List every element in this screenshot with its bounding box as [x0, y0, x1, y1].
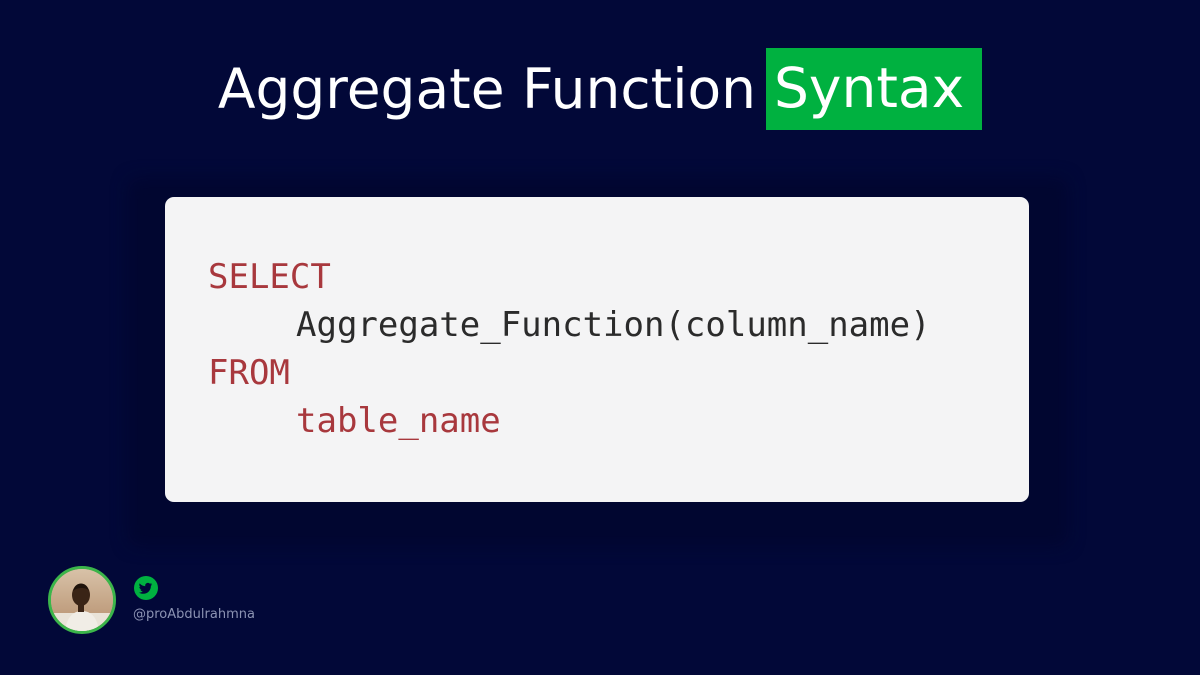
code-line-select: SELECT	[208, 257, 331, 297]
code-block: SELECT Aggregate_Function(column_name) F…	[165, 197, 1029, 502]
twitter-bird-icon	[139, 582, 153, 594]
code-line-table: table_name	[296, 401, 501, 441]
author-handle[interactable]: @proAbdulrahmna	[133, 606, 255, 624]
code-line-from: FROM	[208, 353, 290, 393]
avatar	[48, 566, 116, 634]
code-line-function: Aggregate_Function(column_name)	[296, 305, 931, 345]
avatar-portrait-icon	[51, 569, 113, 631]
title-text: Aggregate Function	[217, 57, 756, 121]
page-title: Aggregate Function Syntax	[0, 48, 1200, 130]
title-highlight: Syntax	[766, 48, 983, 130]
twitter-icon[interactable]	[134, 576, 158, 600]
